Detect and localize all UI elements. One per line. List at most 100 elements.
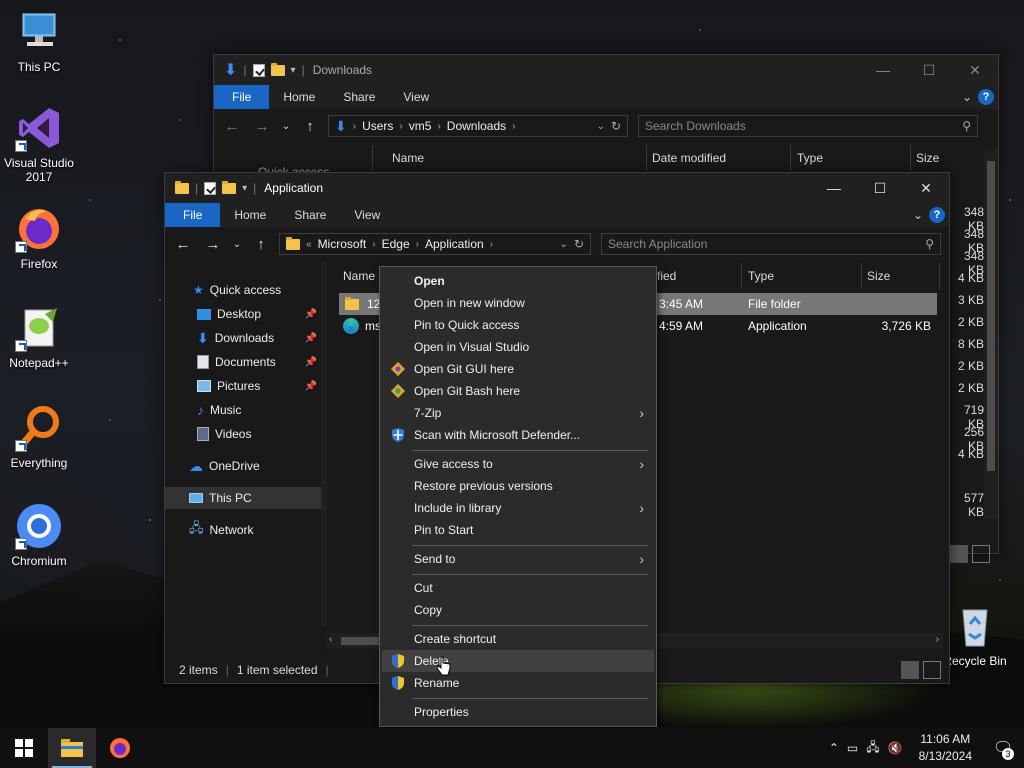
- minimize-button[interactable]: —: [811, 173, 857, 203]
- tab-view[interactable]: View: [389, 85, 443, 109]
- column-header-size[interactable]: Size: [867, 269, 890, 283]
- new-folder-icon[interactable]: [222, 180, 237, 194]
- refresh-icon[interactable]: ↻: [611, 119, 621, 133]
- vertical-scrollbar[interactable]: [984, 149, 998, 519]
- recent-locations-icon[interactable]: ⌄: [280, 121, 292, 132]
- menu-item-properties[interactable]: Properties: [382, 701, 654, 723]
- taskbar-firefox[interactable]: [96, 728, 144, 768]
- tab-view[interactable]: View: [340, 203, 394, 227]
- nav-documents[interactable]: Documents 📌: [165, 351, 321, 373]
- menu-item-restore-versions[interactable]: Restore previous versions: [382, 475, 654, 497]
- column-header-name[interactable]: Name: [343, 269, 375, 283]
- search-input[interactable]: Search Downloads ⚲: [638, 115, 978, 137]
- help-icon[interactable]: ?: [978, 89, 994, 105]
- breadcrumb-segment[interactable]: Microsoft: [318, 237, 367, 251]
- navpane-scrollbar[interactable]: [321, 261, 327, 627]
- address-bar[interactable]: ⬇ › Users › vm5 › Downloads › ⌄ ↻: [328, 115, 628, 137]
- back-button[interactable]: ←: [171, 236, 195, 253]
- menu-item-defender-scan[interactable]: Scan with Microsoft Defender...: [382, 424, 654, 446]
- column-header-name[interactable]: Name: [392, 151, 424, 165]
- show-hidden-icons-icon[interactable]: ⌃: [829, 741, 839, 755]
- nav-this-pc[interactable]: This PC: [165, 487, 321, 509]
- nav-music[interactable]: ♪ Music: [165, 399, 321, 421]
- tab-home[interactable]: Home: [269, 85, 329, 109]
- large-icons-view-icon[interactable]: [923, 661, 941, 679]
- address-bar[interactable]: « Microsoft › Edge › Application › ⌄ ↻: [279, 233, 591, 255]
- column-header-size[interactable]: Size: [916, 151, 939, 165]
- title-bar[interactable]: | ▾ | Application — ☐ ✕: [165, 173, 949, 203]
- help-icon[interactable]: ?: [929, 207, 945, 223]
- desktop-icon-this-pc[interactable]: This PC: [0, 8, 78, 74]
- breadcrumb-segment[interactable]: Application: [425, 237, 484, 251]
- address-dropdown-icon[interactable]: ⌄: [560, 239, 568, 250]
- customize-qat-icon[interactable]: ▾: [291, 65, 296, 76]
- desktop-icon-firefox[interactable]: Firefox: [0, 205, 78, 271]
- menu-item-git-bash[interactable]: Open Git Bash here: [382, 380, 654, 402]
- expand-ribbon-icon[interactable]: ⌄: [962, 90, 972, 104]
- maximize-button[interactable]: ☐: [857, 173, 903, 203]
- column-header-type[interactable]: Type: [748, 269, 774, 283]
- menu-item-pin-start[interactable]: Pin to Start: [382, 519, 654, 541]
- new-folder-icon[interactable]: [270, 62, 285, 76]
- action-center-small-icon[interactable]: ▭: [847, 741, 858, 755]
- menu-item-pin-quick-access[interactable]: Pin to Quick access: [382, 314, 654, 336]
- back-button[interactable]: ←: [220, 118, 244, 135]
- tab-file[interactable]: File: [165, 203, 221, 227]
- tab-home[interactable]: Home: [220, 203, 280, 227]
- tab-share[interactable]: Share: [280, 203, 340, 227]
- breadcrumb-segment[interactable]: Downloads: [447, 119, 506, 133]
- recent-locations-icon[interactable]: ⌄: [231, 239, 243, 250]
- menu-item-open[interactable]: Open: [382, 270, 654, 292]
- tab-share[interactable]: Share: [329, 85, 389, 109]
- search-input[interactable]: Search Application ⚲: [601, 233, 941, 255]
- details-view-icon[interactable]: [950, 545, 968, 563]
- overflow-chevron[interactable]: «: [306, 239, 312, 250]
- address-dropdown-icon[interactable]: ⌄: [597, 121, 605, 132]
- nav-pictures[interactable]: Pictures 📌: [165, 375, 321, 397]
- menu-item-give-access[interactable]: Give access to ›: [382, 453, 654, 475]
- expand-ribbon-icon[interactable]: ⌄: [913, 208, 923, 222]
- menu-item-git-gui[interactable]: Open Git GUI here: [382, 358, 654, 380]
- volume-muted-icon[interactable]: 🔇: [888, 741, 903, 755]
- menu-item-include-library[interactable]: Include in library ›: [382, 497, 654, 519]
- minimize-button[interactable]: —: [860, 55, 906, 85]
- nav-onedrive[interactable]: ☁ OneDrive: [165, 455, 321, 477]
- menu-item-copy[interactable]: Copy: [382, 599, 654, 621]
- nav-desktop[interactable]: Desktop 📌: [165, 303, 321, 325]
- notification-center-button[interactable]: 🗨 3: [988, 728, 1018, 768]
- nav-videos[interactable]: Videos: [165, 423, 321, 445]
- tab-file[interactable]: File: [214, 85, 270, 109]
- clock[interactable]: 11:06 AM 8/13/2024: [911, 731, 980, 765]
- menu-item-open-new-window[interactable]: Open in new window: [382, 292, 654, 314]
- desktop-icon-chromium[interactable]: Chromium: [0, 502, 78, 568]
- desktop-icon-visual-studio[interactable]: Visual Studio 2017: [0, 104, 78, 184]
- up-button[interactable]: ↑: [249, 236, 273, 253]
- forward-button[interactable]: →: [201, 236, 225, 253]
- nav-downloads[interactable]: ⬇ Downloads 📌: [165, 327, 321, 349]
- nav-quick-access[interactable]: ★ Quick access: [165, 279, 321, 301]
- close-button[interactable]: ✕: [903, 173, 949, 203]
- close-button[interactable]: ✕: [952, 55, 998, 85]
- large-icons-view-icon[interactable]: [972, 545, 990, 563]
- customize-qat-icon[interactable]: ▾: [242, 183, 247, 194]
- nav-network[interactable]: 🖧 Network: [165, 519, 321, 541]
- breadcrumb-segment[interactable]: Edge: [382, 237, 410, 251]
- forward-button[interactable]: →: [250, 118, 274, 135]
- refresh-icon[interactable]: ↻: [574, 237, 584, 251]
- up-button[interactable]: ↑: [298, 118, 322, 135]
- desktop-icon-everything[interactable]: Everything: [0, 404, 78, 470]
- taskbar-file-explorer[interactable]: [48, 728, 96, 768]
- menu-item-delete[interactable]: Delete: [382, 650, 654, 672]
- menu-item-open-visual-studio[interactable]: Open in Visual Studio: [382, 336, 654, 358]
- column-header-date[interactable]: Date modified: [652, 151, 726, 165]
- column-header-date-partial[interactable]: fied: [657, 269, 676, 283]
- network-status-icon[interactable]: 🖧: [866, 738, 879, 759]
- properties-icon[interactable]: [252, 63, 265, 77]
- breadcrumb-segment[interactable]: Users: [362, 119, 393, 133]
- breadcrumb-segment[interactable]: vm5: [409, 119, 432, 133]
- column-header-type[interactable]: Type: [797, 151, 823, 165]
- details-view-icon[interactable]: [901, 661, 919, 679]
- properties-icon[interactable]: [204, 181, 217, 195]
- desktop-icon-notepad-plus-plus[interactable]: Notepad++: [0, 304, 78, 370]
- maximize-button[interactable]: ☐: [906, 55, 952, 85]
